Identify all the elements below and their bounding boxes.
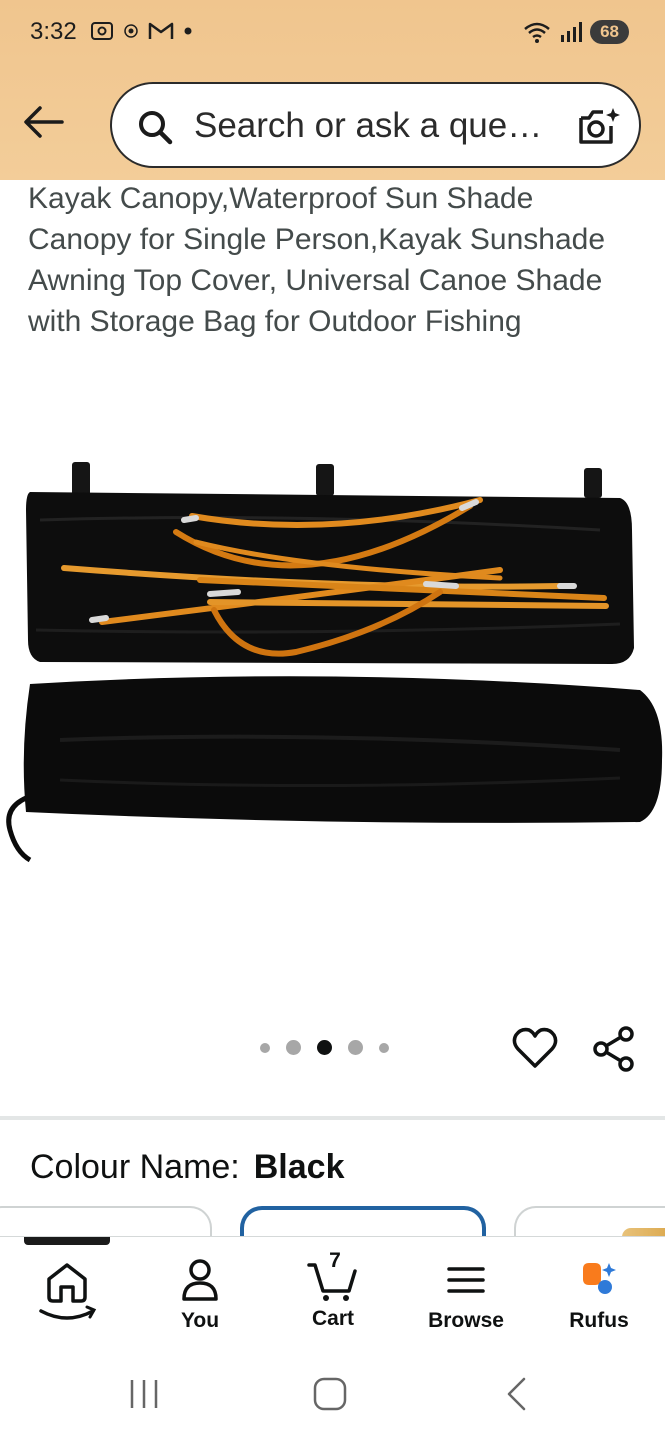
image-carousel-dots — [260, 1040, 389, 1055]
product-image[interactable] — [0, 440, 665, 880]
nav-you-label: You — [180, 1309, 220, 1332]
colour-name-row: Colour Name: Black — [30, 1148, 344, 1187]
system-back-icon[interactable] — [504, 1376, 528, 1412]
home-icon — [39, 1263, 97, 1320]
carousel-dot[interactable] — [348, 1040, 363, 1055]
nav-you[interactable]: You — [145, 1257, 255, 1333]
carousel-dot[interactable] — [379, 1042, 389, 1053]
system-nav-bar — [0, 1348, 665, 1440]
product-title: Kayak Canopy,Waterproof Sun Shade Canopy… — [28, 182, 606, 338]
system-home-icon[interactable] — [312, 1376, 348, 1412]
screenshot-icon — [91, 22, 113, 40]
status-bar: 3:32 68 — [0, 0, 665, 66]
active-tab-indicator — [24, 1237, 110, 1245]
status-right-icons: 68 — [522, 20, 629, 44]
heart-icon[interactable] — [512, 1026, 558, 1070]
colour-name-label: Colour Name: — [30, 1148, 240, 1186]
user-icon — [182, 1259, 218, 1301]
rufus-icon — [583, 1263, 616, 1294]
recent-apps-icon[interactable] — [128, 1378, 160, 1410]
bottom-nav: You 7 Cart Browse Rufus — [0, 1236, 665, 1348]
search-input[interactable]: Search or ask a que… — [194, 106, 574, 146]
search-icon — [139, 111, 173, 145]
battery-indicator: 68 — [590, 20, 629, 44]
nav-cart-label: Cart — [311, 1307, 354, 1330]
nav-browse[interactable]: Browse — [411, 1257, 521, 1333]
status-time: 3:32 — [30, 18, 77, 45]
colour-name-value: Black — [253, 1148, 345, 1186]
gmail-icon — [148, 22, 174, 39]
carousel-dot-active[interactable] — [317, 1040, 332, 1055]
menu-icon — [447, 1267, 485, 1293]
share-icon[interactable] — [592, 1026, 636, 1072]
nav-rufus-label: Rufus — [569, 1309, 629, 1332]
cart-count-badge: 7 — [329, 1249, 341, 1272]
nav-rufus[interactable]: Rufus — [544, 1257, 654, 1333]
status-left-icons — [90, 20, 192, 42]
storage-bag — [6, 676, 663, 863]
nav-home[interactable] — [12, 1257, 122, 1333]
nav-cart[interactable]: 7 Cart — [278, 1249, 388, 1331]
top-bar: 3:32 68 Search or ask a que… — [0, 0, 665, 180]
carousel-dot[interactable] — [286, 1040, 301, 1055]
carousel-dot[interactable] — [260, 1042, 270, 1053]
camera-icon[interactable] — [577, 106, 621, 148]
section-divider — [0, 1116, 665, 1120]
wifi-icon — [524, 22, 550, 43]
back-arrow-icon[interactable] — [22, 104, 64, 140]
cart-icon-wrap: 7 — [307, 1249, 359, 1301]
search-box[interactable]: Search or ask a que… — [110, 82, 641, 168]
signal-icon — [561, 22, 583, 42]
notification-dot-icon — [184, 27, 192, 35]
nav-browse-label: Browse — [428, 1309, 504, 1332]
app-icon — [124, 24, 138, 38]
